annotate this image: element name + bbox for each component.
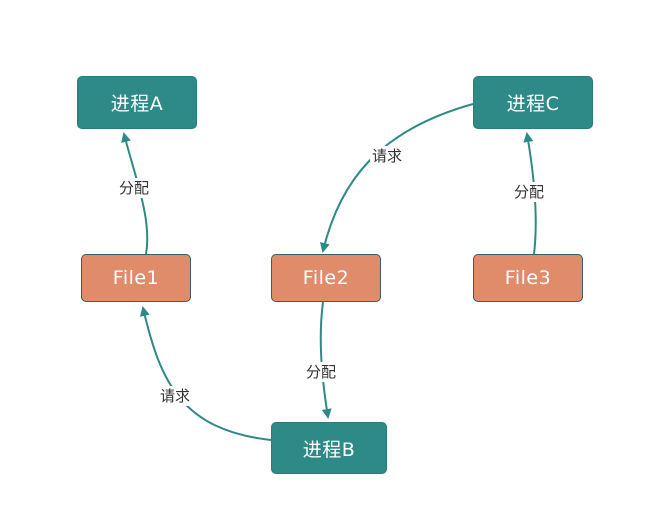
edge-process-c-to-file2 [320,103,474,253]
edge-file2-to-process-b [319,301,332,419]
process-a-node: 进程A [77,76,197,129]
edge-label-file3-process-c: 分配 [512,182,547,202]
edge-label-file2-process-b: 分配 [304,362,339,382]
process-c-node: 进程C [473,76,593,129]
file1-node: File1 [81,254,191,302]
file3-node: File3 [473,254,583,302]
edge-label-process-b-file1: 请求 [158,386,193,406]
edge-label-process-c-file2: 请求 [370,146,405,166]
edge-process-b-to-file1 [139,306,272,441]
edge-label-file1-process-a: 分配 [117,178,152,198]
process-b-node: 进程B [271,422,387,474]
file2-node: File2 [271,254,381,302]
